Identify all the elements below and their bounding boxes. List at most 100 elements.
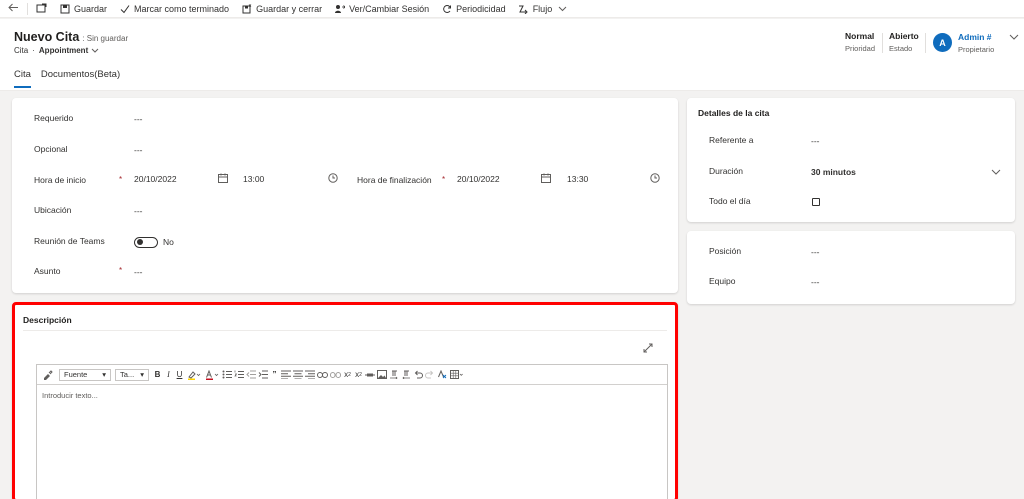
recurrence-button[interactable]: Periodicidad	[435, 0, 512, 18]
tab-cita[interactable]: Cita	[14, 69, 31, 88]
font-select[interactable]: Fuente ▾	[59, 368, 111, 381]
expand-editor-button[interactable]	[643, 343, 653, 355]
team-value[interactable]: ---	[811, 277, 820, 287]
session-button[interactable]: Ver/Cambiar Sesión	[328, 0, 435, 18]
required-attendees-value[interactable]: ---	[134, 114, 143, 124]
flow-label: Flujo	[532, 3, 553, 14]
state-value: Abierto	[889, 31, 919, 41]
editor-placeholder: Introducir texto...	[42, 391, 98, 400]
open-new-window-button[interactable]	[30, 0, 53, 18]
start-date-input[interactable]: 20/10/2022	[134, 172, 177, 186]
optional-attendees-label: Opcional	[34, 144, 68, 154]
table-icon[interactable]	[449, 368, 463, 381]
owner-field[interactable]: Admin # Propietario	[958, 32, 994, 54]
end-time-value[interactable]: 13:30	[567, 174, 588, 184]
duration-select[interactable]: 30 minutos	[811, 165, 1001, 179]
strikethrough-icon[interactable]	[365, 368, 375, 381]
end-date-input[interactable]: 20/10/2022	[457, 172, 500, 186]
position-label: Posición	[709, 246, 742, 256]
quote-icon[interactable]: ”	[270, 368, 279, 381]
toggle-knob	[137, 239, 143, 245]
subscript-icon[interactable]: x2	[354, 368, 363, 381]
position-value[interactable]: ---	[811, 247, 820, 257]
position-field[interactable]: ---	[811, 245, 820, 259]
save-and-close-button[interactable]: Guardar y cerrar	[235, 0, 328, 18]
clock-icon	[650, 173, 660, 185]
priority-label: Prioridad	[845, 44, 876, 53]
required-attendees-field[interactable]: ---	[134, 112, 143, 126]
header-expand-button[interactable]	[1009, 33, 1019, 43]
bulleted-list-icon[interactable]	[222, 368, 232, 381]
end-date-value[interactable]: 20/10/2022	[457, 174, 500, 184]
back-arrow-icon	[8, 3, 19, 14]
regarding-field[interactable]: ---	[811, 134, 820, 148]
form-selector[interactable]: Cita · Appointment	[14, 46, 99, 55]
save-button[interactable]: Guardar	[53, 0, 113, 18]
expand-icon	[643, 343, 653, 355]
teams-meeting-toggle-row[interactable]: No	[134, 235, 174, 249]
back-button[interactable]	[0, 0, 25, 18]
all-day-checkbox-wrap[interactable]	[812, 195, 820, 209]
size-select[interactable]: Ta... ▾	[115, 368, 149, 381]
teams-meeting-toggle[interactable]	[134, 236, 158, 248]
divider	[882, 33, 883, 53]
editor-text-area[interactable]: Introducir texto...	[37, 385, 667, 406]
underline-icon[interactable]: U	[175, 368, 184, 381]
format-painter-icon[interactable]	[43, 368, 53, 381]
numbered-list-icon[interactable]	[234, 368, 244, 381]
chevron-down-icon	[991, 167, 1001, 177]
owner-value[interactable]: Admin #	[958, 32, 994, 42]
font-select-value: Fuente	[64, 370, 88, 379]
calendar-icon	[218, 173, 228, 185]
mark-complete-button[interactable]: Marcar como terminado	[113, 0, 235, 18]
subject-required-marker: *	[119, 263, 122, 277]
start-date-value[interactable]: 20/10/2022	[134, 174, 177, 184]
regarding-value[interactable]: ---	[811, 136, 820, 146]
ltr-text-icon[interactable]	[389, 368, 399, 381]
optional-attendees-field[interactable]: ---	[134, 143, 143, 157]
superscript-icon[interactable]: x2	[343, 368, 352, 381]
size-select-value: Ta...	[120, 370, 135, 379]
team-field[interactable]: ---	[811, 275, 820, 289]
highlight-color-icon[interactable]	[186, 368, 202, 381]
decrease-indent-icon[interactable]	[246, 368, 256, 381]
location-field[interactable]: ---	[134, 204, 143, 218]
start-time-input[interactable]: 13:00	[243, 172, 264, 186]
align-left-icon[interactable]	[281, 368, 291, 381]
regarding-label: Referente a	[709, 135, 754, 145]
align-right-icon[interactable]	[305, 368, 315, 381]
redo-icon[interactable]	[425, 368, 435, 381]
increase-indent-icon[interactable]	[258, 368, 268, 381]
unlink-icon[interactable]	[330, 368, 341, 381]
undo-icon[interactable]	[413, 368, 423, 381]
end-time-input[interactable]: 13:30	[567, 172, 588, 186]
end-time-picker-button[interactable]	[650, 172, 660, 186]
insert-image-icon[interactable]	[377, 368, 387, 381]
italic-icon[interactable]: I	[164, 368, 173, 381]
clear-formatting-icon[interactable]	[437, 368, 447, 381]
all-day-checkbox[interactable]	[812, 198, 820, 206]
subject-field[interactable]: ---	[134, 265, 143, 279]
font-color-icon[interactable]	[204, 368, 220, 381]
align-center-icon[interactable]	[293, 368, 303, 381]
regarding-row: Referente a	[709, 133, 753, 147]
rtl-text-icon[interactable]	[401, 368, 411, 381]
tab-list: Cita Documentos(Beta)	[14, 69, 130, 88]
flow-button[interactable]: Flujo	[512, 0, 574, 18]
start-time-value[interactable]: 13:00	[243, 174, 264, 184]
end-time-label: Hora de finalización	[357, 175, 432, 185]
end-date-picker-button[interactable]	[541, 172, 551, 186]
tab-documentos[interactable]: Documentos(Beta)	[41, 69, 120, 88]
checkmark-icon	[119, 3, 130, 14]
avatar[interactable]: A	[933, 33, 952, 52]
start-date-picker-button[interactable]	[218, 172, 228, 186]
calendar-icon	[541, 173, 551, 185]
bold-icon[interactable]: B	[153, 368, 162, 381]
optional-attendees-value[interactable]: ---	[134, 145, 143, 155]
start-time-picker-button[interactable]	[328, 172, 338, 186]
subject-value[interactable]: ---	[134, 267, 143, 277]
link-icon[interactable]	[317, 368, 328, 381]
required-asterisk: *	[119, 265, 123, 275]
location-value[interactable]: ---	[134, 206, 143, 216]
required-attendees-row: Requerido	[34, 111, 73, 125]
